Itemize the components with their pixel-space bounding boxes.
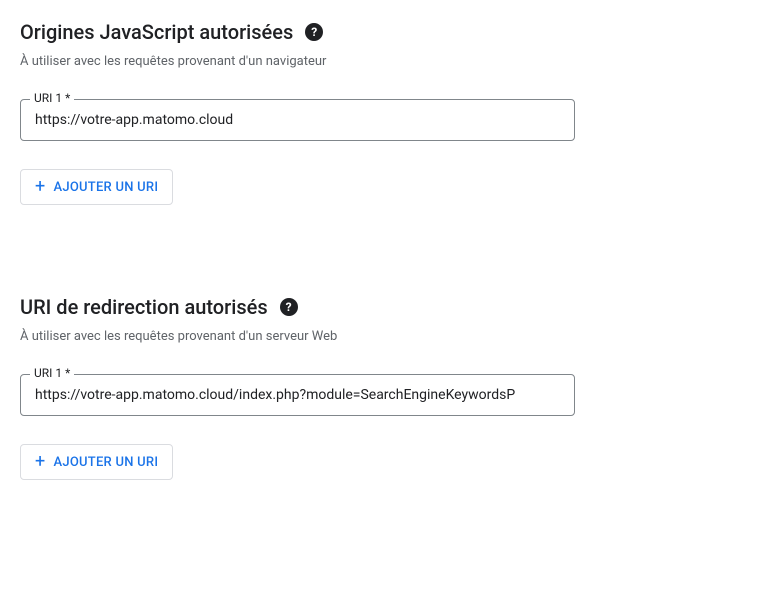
js-origins-uri-input[interactable] [20,99,575,141]
section-header: Origines JavaScript autorisées ? [20,20,748,44]
js-origins-subtitle: À utiliser avec les requêtes provenant d… [20,54,748,69]
add-uri-label: AJOUTER UN URI [53,180,158,195]
section-header: URI de redirection autorisés ? [20,295,748,319]
uri-input-label: URI 1 * [30,91,74,105]
js-origins-section: Origines JavaScript autorisées ? À utili… [20,20,748,205]
js-origins-title: Origines JavaScript autorisées [20,20,293,44]
redirect-uris-subtitle: À utiliser avec les requêtes provenant d… [20,329,748,344]
help-icon[interactable]: ? [305,23,323,41]
uri-input-wrapper: URI 1 * [20,99,575,141]
uri-input-label: URI 1 * [30,366,74,380]
plus-icon: + [35,453,45,471]
redirect-uris-title: URI de redirection autorisés [20,295,268,319]
add-uri-button[interactable]: + AJOUTER UN URI [20,169,173,205]
uri-input-wrapper: URI 1 * [20,374,575,416]
plus-icon: + [35,178,45,196]
add-uri-label: AJOUTER UN URI [53,455,158,470]
redirect-uris-uri-input[interactable] [20,374,575,416]
redirect-uris-section: URI de redirection autorisés ? À utilise… [20,295,748,480]
help-icon[interactable]: ? [280,298,298,316]
add-uri-button[interactable]: + AJOUTER UN URI [20,444,173,480]
